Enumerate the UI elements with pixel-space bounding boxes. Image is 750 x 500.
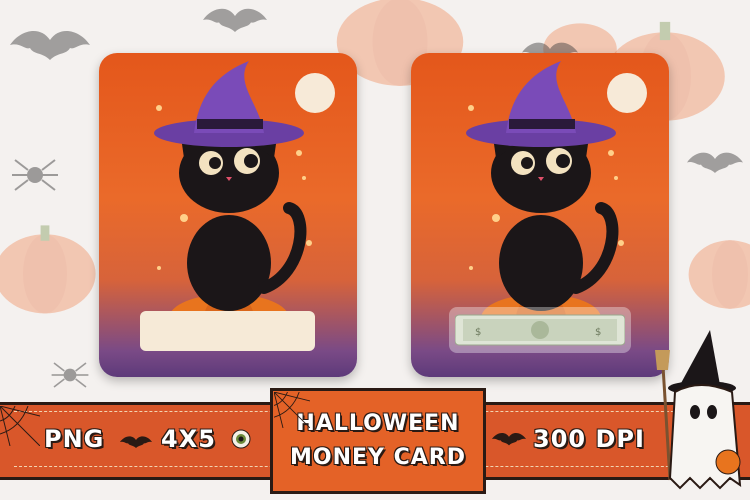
bat-icon [492,433,526,446]
title-line-2: MONEY CARD [290,445,466,470]
card-hole [607,73,647,113]
pumpkin-icon [0,225,96,314]
spider-icon [12,159,58,191]
name-label-box [140,311,315,351]
bat-icon [203,8,267,32]
svg-text:$: $ [475,327,481,338]
size-label: 4X5 [161,425,216,453]
money-card-with-bill: $ $ [411,53,669,377]
title-line-1: HALLOWEEN [296,411,460,436]
bat-icon [10,30,90,60]
dollar-bill-icon: $ $ [455,314,625,346]
cobweb-icon [274,392,310,428]
spider-icon [51,362,89,388]
ghost-icon [655,330,742,490]
bat-icon [120,436,152,448]
card-hole [295,73,335,113]
eyeball-icon [231,429,251,449]
dpi-label: 300 DPI [533,425,645,453]
money-slot: $ $ [449,307,631,353]
svg-text:$: $ [595,327,601,338]
cobweb-icon [0,406,40,446]
bat-icon [687,152,743,173]
pumpkin-icon [688,240,750,309]
format-label: PNG [44,425,105,453]
money-card-blank [99,53,357,377]
